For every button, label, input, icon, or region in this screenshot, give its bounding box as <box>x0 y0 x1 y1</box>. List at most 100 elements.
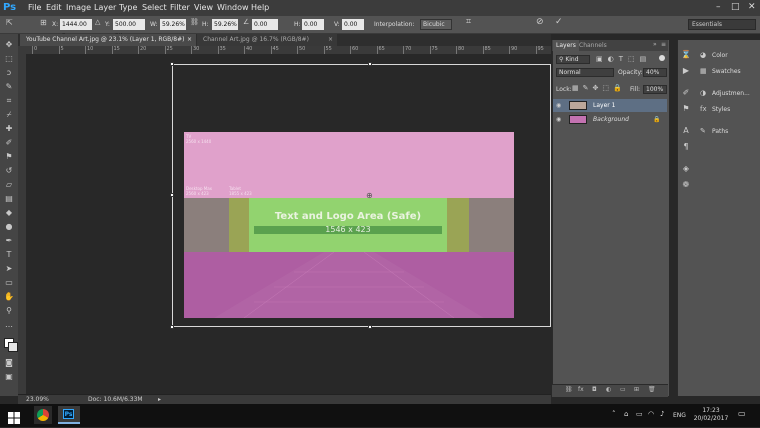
menu-type[interactable]: Type <box>119 2 137 14</box>
paragraph-icon[interactable]: ¶ <box>681 142 691 151</box>
workspace-select[interactable]: Essentials <box>688 19 756 30</box>
new-group-icon[interactable]: ▭ <box>620 386 626 393</box>
close-button[interactable]: ✕ <box>748 2 756 12</box>
menu-view[interactable]: View <box>194 2 213 14</box>
adjustment-layer-icon[interactable]: ◐ <box>606 386 611 393</box>
panel-menu-icon[interactable]: ≡ <box>661 41 666 48</box>
blur-tool-icon[interactable]: ◆ <box>4 208 14 218</box>
history-brush-tool-icon[interactable]: ↺ <box>4 166 14 176</box>
commit-transform-icon[interactable]: ✓ <box>555 17 563 27</box>
volume-icon[interactable]: ♪ <box>660 410 664 418</box>
quick-select-tool-icon[interactable]: ✎ <box>4 82 14 92</box>
link-layers-icon[interactable]: ⛓ <box>565 386 573 393</box>
display-icon[interactable]: ▭ <box>636 410 643 418</box>
new-layer-icon[interactable]: ⊞ <box>634 386 639 393</box>
tab-channel-art[interactable]: Channel Art.jpg @ 16.7% (RGB/8#) × <box>197 34 337 46</box>
width-field[interactable]: 59.26% <box>160 19 186 30</box>
tab-layers[interactable]: Layers <box>553 40 579 51</box>
tab-youtube-channel-art[interactable]: YouTube Channel Art.jpg @ 23.1% (Layer 1… <box>20 34 196 46</box>
adjustments-panel-button[interactable]: ◑ Adjustmen... <box>700 88 750 99</box>
paths-panel-button[interactable]: ✎ Paths <box>700 126 728 137</box>
shape-tool-icon[interactable]: ▭ <box>4 278 14 288</box>
tray-arrow-icon[interactable]: ˄ <box>612 410 616 418</box>
zoom-level[interactable]: 23.09% <box>26 395 49 404</box>
interpolation-select[interactable]: Bicubic <box>420 19 452 30</box>
marquee-tool-icon[interactable]: ⬚ <box>4 54 14 64</box>
menu-layer[interactable]: Layer <box>94 2 116 14</box>
clock-time[interactable]: 17:23 <box>693 407 729 414</box>
path-select-tool-icon[interactable]: ➤ <box>4 264 14 274</box>
status-menu-icon[interactable]: ▸ <box>158 395 161 404</box>
tab-channels[interactable]: Channels <box>576 40 610 51</box>
brush-tool-icon[interactable]: ✐ <box>4 138 14 148</box>
delta-icon[interactable]: △ <box>95 18 100 26</box>
layer-name[interactable]: Layer 1 <box>593 99 615 112</box>
layer-filter-icons[interactable]: ▣◐T⬚▤ <box>596 55 651 63</box>
layer-filter-kind[interactable]: ⚲ Kind <box>556 55 590 64</box>
stamp-tool-icon[interactable]: ⚑ <box>4 152 14 162</box>
clone-source-icon[interactable]: ⚑ <box>681 104 691 113</box>
transform-handle-bottom-left[interactable] <box>170 325 174 329</box>
tab-close-icon[interactable]: × <box>187 34 192 46</box>
hskew-field[interactable]: 0.00 <box>302 19 324 30</box>
hand-tool-icon[interactable]: ✋ <box>4 292 14 302</box>
clock-date[interactable]: 20/02/2017 <box>693 415 729 422</box>
transform-handle-left[interactable] <box>170 193 174 197</box>
tab-close-icon[interactable]: × <box>328 34 333 46</box>
more-tools-icon[interactable]: … <box>4 320 14 330</box>
layer-style-icon[interactable]: fx <box>578 386 584 393</box>
crop-tool-icon[interactable]: ⌗ <box>4 96 14 106</box>
add-mask-icon[interactable]: ◘ <box>592 386 597 393</box>
eyedropper-tool-icon[interactable]: ⌿ <box>4 110 14 120</box>
styles-panel-button[interactable]: fx Styles <box>700 104 730 115</box>
transform-handle-bottom[interactable] <box>368 325 372 329</box>
move-tool-icon[interactable]: ⇱ <box>6 18 13 27</box>
color-panel-button[interactable]: ◕ Color <box>700 50 728 61</box>
layers-icon[interactable]: ◈ <box>681 164 691 173</box>
eye-icon[interactable]: ◉ <box>556 99 561 112</box>
transform-handle-top-left[interactable] <box>170 62 174 66</box>
lock-icons[interactable]: ▦✎✥⬚🔒 <box>572 84 626 92</box>
pen-tool-icon[interactable]: ✒ <box>4 236 14 246</box>
menu-image[interactable]: Image <box>66 2 91 14</box>
background-color-swatch[interactable] <box>8 342 18 352</box>
opacity-field[interactable]: 40% <box>643 68 667 77</box>
screen-mode-icon[interactable]: ▣ <box>4 372 14 382</box>
brush-settings-icon[interactable]: ✐ <box>681 88 691 97</box>
y-field[interactable]: 500.00 px <box>113 19 145 39</box>
layer-name[interactable]: Background <box>593 113 629 126</box>
cancel-transform-icon[interactable]: ⊘ <box>536 17 544 27</box>
panel-collapse-icon[interactable]: » <box>653 41 657 48</box>
menu-file[interactable]: File <box>28 2 41 14</box>
photoshop-taskbar-button[interactable]: Ps <box>58 406 80 424</box>
link-icon[interactable]: ⛓ <box>190 18 199 26</box>
blend-mode-select[interactable]: Normal <box>556 68 614 77</box>
dodge-tool-icon[interactable]: ● <box>4 222 14 232</box>
filter-toggle[interactable] <box>659 55 665 61</box>
delete-layer-icon[interactable]: 🗑 <box>648 386 656 393</box>
layer-row-layer-1[interactable]: ◉ Layer 1 <box>553 99 667 112</box>
eye-icon[interactable]: ◉ <box>556 113 561 126</box>
menu-select[interactable]: Select <box>142 2 167 14</box>
quick-mask-icon[interactable]: ◙ <box>4 358 14 368</box>
transform-bounding-box[interactable] <box>172 64 551 327</box>
maximize-button[interactable]: □ <box>731 2 740 12</box>
menu-window[interactable]: Window <box>217 2 249 14</box>
zoom-tool-icon[interactable]: ⚲ <box>4 306 14 316</box>
notifications-icon[interactable]: ▭ <box>738 409 746 418</box>
height-field[interactable]: 59.26% <box>212 19 238 30</box>
eraser-tool-icon[interactable]: ▱ <box>4 180 14 190</box>
actions-icon[interactable]: ▶ <box>681 66 691 75</box>
reference-point-icon[interactable]: ⊞ <box>40 18 47 27</box>
character-icon[interactable]: A <box>681 126 691 135</box>
lasso-tool-icon[interactable]: ↄ <box>4 68 14 78</box>
windows-start-icon[interactable] <box>8 409 20 424</box>
x-field[interactable]: 1444.00 p <box>60 19 92 39</box>
language-indicator[interactable]: ENG <box>673 412 686 419</box>
menu-edit[interactable]: Edit <box>46 2 62 14</box>
type-tool-icon[interactable]: T <box>4 250 14 260</box>
menu-filter[interactable]: Filter <box>170 2 190 14</box>
menu-help[interactable]: Help <box>251 2 269 14</box>
move-tool-icon[interactable]: ✥ <box>4 40 14 50</box>
history-icon[interactable]: ⌛ <box>681 50 691 59</box>
